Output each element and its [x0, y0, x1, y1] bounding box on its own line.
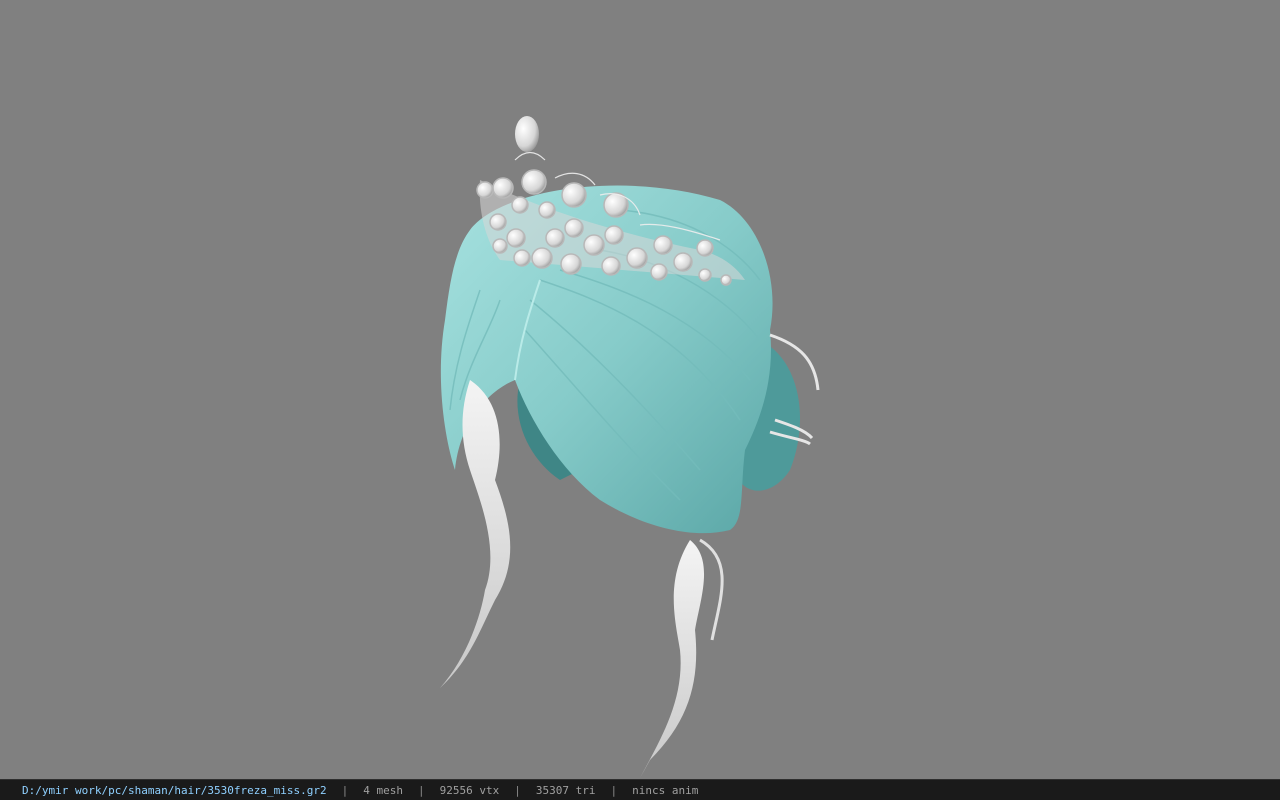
- mesh-count-label: 4 mesh: [363, 783, 404, 797]
- vertex-count-label: 92556 vtx: [439, 783, 500, 797]
- status-separator: |: [418, 783, 425, 797]
- animation-status-label: nincs anim: [632, 783, 699, 797]
- file-path-label: D:/ymir work/pc/shaman/hair/3530freza_mi…: [22, 783, 327, 797]
- 3d-viewport[interactable]: [0, 0, 1280, 779]
- status-separator: |: [610, 783, 618, 797]
- hair-model: [440, 116, 820, 778]
- status-separator: |: [341, 783, 349, 797]
- status-separator: |: [514, 783, 521, 797]
- triangle-count-label: 35307 tri: [535, 783, 596, 797]
- status-bar: D:/ymir work/pc/shaman/hair/3530freza_mi…: [0, 779, 1280, 800]
